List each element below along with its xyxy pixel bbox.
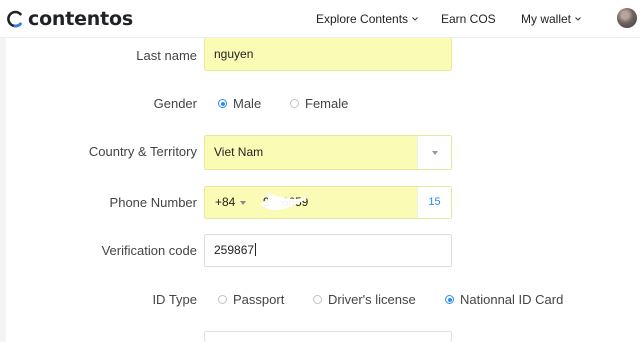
chevron-down-icon xyxy=(575,17,581,21)
send-code-countdown[interactable]: 15 xyxy=(417,187,451,218)
radio-unchecked-icon xyxy=(218,295,227,304)
radio-unchecked-icon xyxy=(313,295,322,304)
phone-country-code-select[interactable]: +84 xyxy=(205,187,253,218)
verification-code-value: 259867 xyxy=(214,243,255,257)
caret-down-icon xyxy=(431,150,438,155)
radio-unchecked-icon xyxy=(290,99,299,108)
id-type-drivers-license-label: Driver's license xyxy=(328,292,416,307)
nav-explore-contents-label: Explore Contents xyxy=(316,12,409,26)
text-cursor xyxy=(255,243,257,256)
gender-radio-male[interactable]: Male xyxy=(218,96,261,111)
caret-down-icon xyxy=(240,200,247,205)
last-name-input[interactable]: nguyen xyxy=(204,38,452,71)
logo[interactable]: contentos xyxy=(6,8,133,30)
last-name-label: Last name xyxy=(136,48,197,63)
verification-code-input[interactable]: 259867 xyxy=(204,234,452,267)
radio-checked-icon xyxy=(218,99,227,108)
id-type-radio-drivers-license[interactable]: Driver's license xyxy=(313,292,416,307)
country-select[interactable]: Viet Nam xyxy=(204,135,452,170)
gender-radio-female[interactable]: Female xyxy=(290,96,348,111)
gender-male-label: Male xyxy=(233,96,262,111)
phone-label: Phone Number xyxy=(109,195,197,210)
id-type-passport-label: Passport xyxy=(233,292,285,307)
redaction-smudge xyxy=(260,192,310,211)
chevron-down-icon xyxy=(412,17,418,21)
top-navigation-bar: contentos Explore Contents Earn COS My w… xyxy=(0,0,640,38)
next-input-partial[interactable] xyxy=(204,331,452,342)
id-type-radio-passport[interactable]: Passport xyxy=(218,292,284,307)
gender-female-label: Female xyxy=(305,96,349,111)
nav-my-wallet-label: My wallet xyxy=(521,12,572,26)
country-label: Country & Territory xyxy=(88,144,197,159)
nav-earn-cos-label: Earn COS xyxy=(441,12,496,26)
id-type-radio-national-id[interactable]: Nationnal ID Card xyxy=(445,292,563,307)
nav-my-wallet[interactable]: My wallet xyxy=(521,12,582,26)
verification-code-label: Verification code xyxy=(101,243,197,258)
logo-text: contentos xyxy=(28,8,133,30)
country-dropdown-toggle[interactable] xyxy=(417,136,451,169)
nav-earn-cos[interactable]: Earn COS xyxy=(441,12,496,26)
phone-prefix-value: +84 xyxy=(215,195,236,209)
last-name-value: nguyen xyxy=(214,47,254,61)
left-edge-strip xyxy=(0,38,6,342)
user-avatar[interactable] xyxy=(617,8,637,28)
gender-label: Gender xyxy=(153,96,197,111)
contentos-logo-icon xyxy=(7,10,22,28)
id-type-label: ID Type xyxy=(152,292,197,307)
nav-explore-contents[interactable]: Explore Contents xyxy=(316,12,419,26)
id-type-national-id-label: Nationnal ID Card xyxy=(460,292,564,307)
phone-field: +84 9···6659 15 xyxy=(204,186,452,219)
radio-checked-icon xyxy=(445,295,454,304)
country-value: Viet Nam xyxy=(214,145,264,159)
